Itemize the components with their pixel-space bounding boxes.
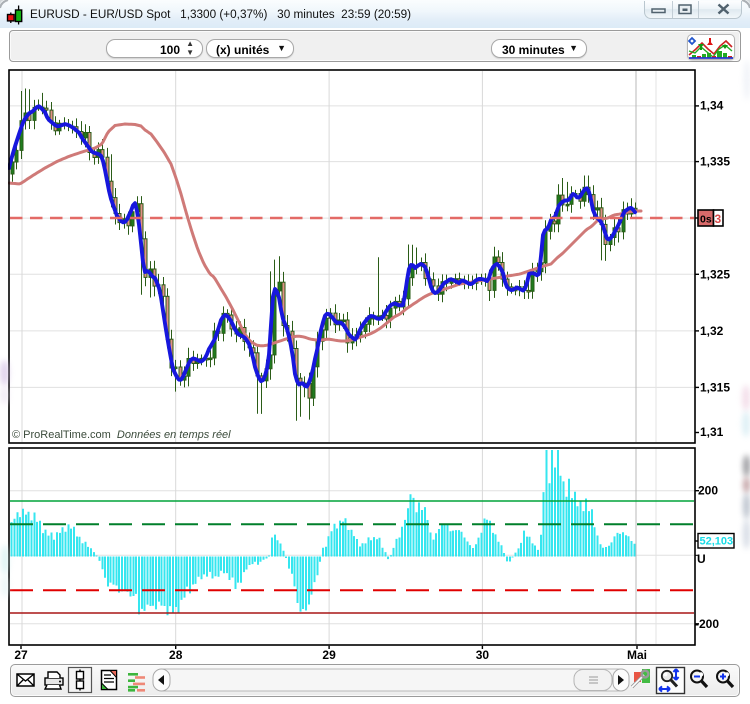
svg-text:1,335: 1,335 (700, 155, 730, 169)
svg-text:Mai: Mai (627, 648, 647, 662)
svg-text:29: 29 (322, 648, 336, 662)
svg-text:30: 30 (476, 648, 490, 662)
svg-text:1,325: 1,325 (700, 267, 730, 281)
svg-text:200: 200 (698, 484, 718, 498)
svg-text:1,32: 1,32 (700, 324, 724, 338)
svg-text:52,103: 52,103 (700, 536, 734, 548)
svg-text:0s: 0s (700, 214, 712, 226)
svg-text:1,34: 1,34 (700, 99, 724, 113)
svg-text:28: 28 (169, 648, 183, 662)
svg-text:1,315: 1,315 (700, 380, 730, 394)
svg-text:U: U (697, 552, 706, 566)
svg-text:1,31: 1,31 (700, 425, 724, 439)
svg-text:3: 3 (715, 212, 722, 226)
svg-text:27: 27 (14, 648, 28, 662)
svg-text:© ProRealTime.com Données en: © ProRealTime.com Données en temps réel (12, 429, 231, 441)
